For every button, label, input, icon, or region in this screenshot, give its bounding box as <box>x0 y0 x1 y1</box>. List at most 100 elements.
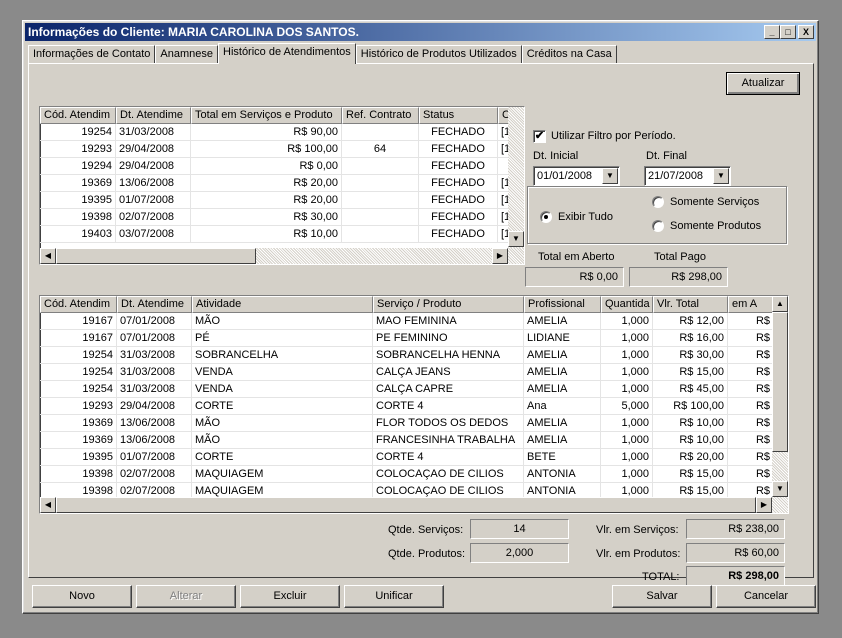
column-header[interactable]: Total em Serviços e Produto <box>191 107 342 124</box>
radio-only-services[interactable] <box>652 196 664 208</box>
table-row[interactable]: 1939501/07/2008R$ 20,00FECHADO[18 <box>40 192 524 209</box>
table-cell: R$ 15,00 <box>653 364 728 381</box>
appointments-vscroll[interactable]: ▼ <box>508 107 524 248</box>
merge-button[interactable]: Unificar <box>344 585 444 608</box>
tab-credits[interactable]: Créditos na Casa <box>521 45 617 64</box>
column-header[interactable]: Cód. Atendim <box>40 107 116 124</box>
table-cell: 1,000 <box>601 381 653 398</box>
column-header[interactable]: Status <box>419 107 498 124</box>
open-total-label: Total em Aberto <box>538 251 615 263</box>
appointments-hscroll-thumb[interactable] <box>56 248 256 264</box>
client-info-window: Informações do Cliente: MARIA CAROLINA D… <box>22 20 819 614</box>
scroll-left-icon[interactable]: ◀ <box>40 248 56 264</box>
edit-button[interactable]: Alterar <box>136 585 236 608</box>
start-date-picker[interactable]: 01/01/2008 ▼ <box>533 166 620 186</box>
scroll-down-icon[interactable]: ▼ <box>508 231 524 247</box>
table-cell <box>342 158 419 175</box>
save-button[interactable]: Salvar <box>612 585 712 608</box>
table-row[interactable]: 19254 31/03/2008 VENDA CALÇA JEANS AMELIA 1,0… <box>40 364 788 381</box>
appointments-grid[interactable]: Cód. Atendim Dt. Atendime Total em Serviço… <box>39 106 525 265</box>
table-row[interactable]: 19167 07/01/2008 MÃO MAO FEMININA AMELIA 1,00… <box>40 313 788 330</box>
tab-contact-info[interactable]: Informações de Contato <box>28 45 156 64</box>
items-hscroll[interactable]: ◀ ▶ <box>40 497 788 513</box>
column-header[interactable]: Dt. Atendime <box>116 107 191 124</box>
table-cell: 1,000 <box>601 466 653 483</box>
table-cell: FLOR TODOS OS DEDOS <box>373 415 524 432</box>
column-header[interactable]: Profissional <box>524 296 601 313</box>
table-cell: 31/03/2008 <box>117 364 192 381</box>
items-hscroll-thumb[interactable] <box>56 497 756 513</box>
table-row[interactable]: 19369 13/06/2008 MÃO FLOR TODOS OS DEDOS AME… <box>40 415 788 432</box>
table-cell: 64 <box>342 141 419 158</box>
table-row[interactable]: 1925431/03/2008R$ 90,00FECHADO[18 <box>40 124 524 141</box>
table-row[interactable]: 19369 13/06/2008 MÃO FRANCESINHA TRABALHA AM… <box>40 432 788 449</box>
table-row[interactable]: 19293 29/04/2008 CORTE CORTE 4 Ana 5,000 R$ 10… <box>40 398 788 415</box>
products-value-label: Vlr. em Produtos: <box>596 548 681 560</box>
items-vscroll-thumb[interactable] <box>772 312 788 452</box>
scroll-right-icon[interactable]: ▶ <box>756 497 772 513</box>
items-grid-header: Cód. Atendim Dt. Atendime Atividade Serviço… <box>40 296 788 313</box>
tab-anamnese[interactable]: Anamnese <box>155 45 218 64</box>
table-cell: 1,000 <box>601 449 653 466</box>
maximize-button[interactable]: □ <box>780 25 796 39</box>
column-header[interactable]: Quantida <box>601 296 653 313</box>
table-cell: FECHADO <box>419 124 498 141</box>
table-cell: 19403 <box>40 226 116 243</box>
chevron-down-icon[interactable]: ▼ <box>713 168 729 184</box>
table-cell: CORTE <box>192 398 373 415</box>
table-cell: R$ 90,00 <box>191 124 342 141</box>
table-row[interactable]: 1929329/04/2008R$ 100,0064FECHADO[18 <box>40 141 524 158</box>
tab-products-history[interactable]: Histórico de Produtos Utilizados <box>355 45 522 64</box>
column-header[interactable]: Cód. Atendim <box>40 296 117 313</box>
table-cell: FECHADO <box>419 175 498 192</box>
table-cell: 1,000 <box>601 347 653 364</box>
table-row[interactable]: 19254 31/03/2008 VENDA CALÇA CAPRE AMELIA 1,0… <box>40 381 788 398</box>
table-row[interactable]: 19398 02/07/2008 MAQUIAGEM COLOCAÇAO DE CIL… <box>40 466 788 483</box>
services-value: R$ 238,00 <box>686 519 785 539</box>
radio-show-all[interactable] <box>540 211 552 223</box>
table-cell: AMELIA <box>524 432 601 449</box>
minimize-button[interactable]: _ <box>764 25 780 39</box>
column-header[interactable]: Vlr. Total <box>653 296 728 313</box>
table-row[interactable]: 1936913/06/2008R$ 20,00FECHADO[18 <box>40 175 524 192</box>
column-header[interactable]: Atividade <box>192 296 373 313</box>
table-row[interactable]: 19395 01/07/2008 CORTE CORTE 4 BETE 1,000 R$ 2… <box>40 449 788 466</box>
table-row[interactable]: 19294 29/04/2008 R$ 0,00 FECHADO <box>40 158 524 175</box>
column-header[interactable]: Ref. Contrato <box>342 107 419 124</box>
refresh-button[interactable]: Atualizar <box>726 72 800 95</box>
table-row[interactable]: 1939802/07/2008R$ 30,00FECHADO[18 <box>40 209 524 226</box>
items-grid[interactable]: Cód. Atendim Dt. Atendime Atividade Serviço… <box>39 295 789 514</box>
table-cell: 19369 <box>40 175 116 192</box>
items-vscroll[interactable]: ▲ ▼ <box>772 296 788 497</box>
column-header[interactable]: Dt. Atendime <box>117 296 192 313</box>
scroll-right-icon[interactable]: ▶ <box>492 248 508 264</box>
table-row[interactable]: 19254 31/03/2008 SOBRANCELHA SOBRANCELHA HE… <box>40 347 788 364</box>
column-header[interactable]: em A <box>728 296 774 313</box>
end-date-label: Dt. Final <box>646 150 687 162</box>
tab-service-history[interactable]: Histórico de Atendimentos <box>218 43 356 64</box>
scroll-down-icon[interactable]: ▼ <box>772 481 788 497</box>
table-cell: R$ 45,00 <box>653 381 728 398</box>
delete-button[interactable]: Excluir <box>240 585 340 608</box>
cancel-button[interactable]: Cancelar <box>716 585 816 608</box>
scroll-up-icon[interactable]: ▲ <box>772 296 788 312</box>
table-cell: FECHADO <box>419 158 498 175</box>
appointments-hscroll[interactable]: ◀ ▶ <box>40 248 524 264</box>
table-cell: R$ 16,00 <box>653 330 728 347</box>
close-button[interactable]: X <box>798 25 814 39</box>
table-cell: 29/04/2008 <box>116 158 191 175</box>
radio-only-products[interactable] <box>652 220 664 232</box>
table-cell: AMELIA <box>524 364 601 381</box>
scroll-left-icon[interactable]: ◀ <box>40 497 56 513</box>
period-filter-checkbox[interactable]: ✔ <box>533 130 546 143</box>
table-cell: 07/01/2008 <box>117 313 192 330</box>
table-cell: 01/07/2008 <box>117 449 192 466</box>
chevron-down-icon[interactable]: ▼ <box>602 168 618 184</box>
table-cell: 19398 <box>40 466 117 483</box>
table-row[interactable]: 19167 07/01/2008 PÉ PE FEMININO LIDIANE 1,000… <box>40 330 788 347</box>
column-header[interactable]: Serviço / Produto <box>373 296 524 313</box>
new-button[interactable]: Novo <box>32 585 132 608</box>
end-date-picker[interactable]: 21/07/2008 ▼ <box>644 166 731 186</box>
table-cell: R$ <box>728 313 774 330</box>
table-row[interactable]: 1940303/07/2008R$ 10,00FECHADO[18 <box>40 226 524 243</box>
